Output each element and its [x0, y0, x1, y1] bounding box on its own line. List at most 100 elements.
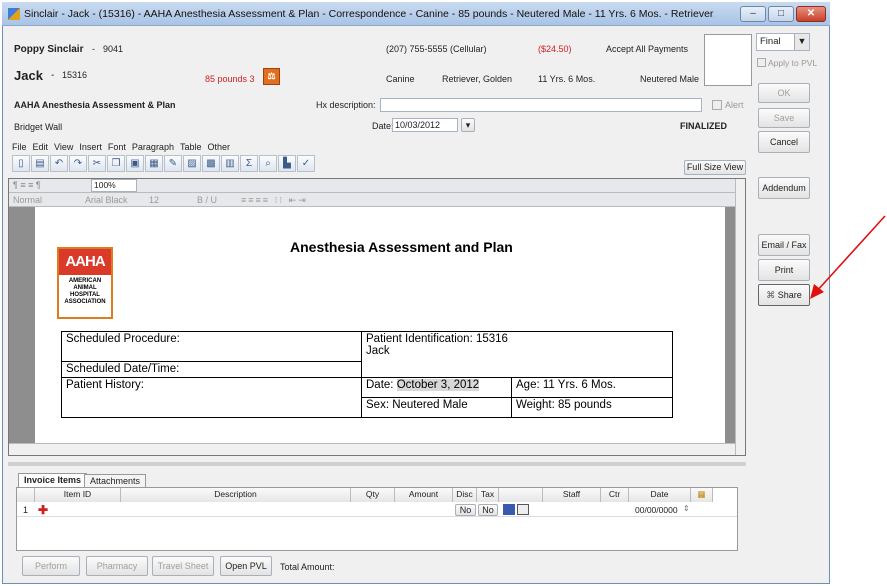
column-ctr[interactable]: Ctr [601, 488, 629, 502]
editor-vertical-scrollbar[interactable] [735, 179, 745, 455]
perform-button[interactable]: Perform [22, 556, 80, 576]
scheduled-datetime-cell[interactable]: Scheduled Date/Time: [61, 361, 362, 378]
column-amount[interactable]: Amount [395, 488, 453, 502]
apply-to-pvl-label: Apply to PVL [768, 58, 818, 68]
staff-lookup-icon[interactable] [503, 504, 515, 515]
font-select[interactable]: Arial Black [85, 195, 128, 205]
style-select[interactable]: Normal [13, 195, 42, 205]
paragraph-marks-icon[interactable]: ¶ ≡ ≡ ¶ [13, 180, 41, 190]
column-qty[interactable]: Qty [351, 488, 395, 502]
date-input[interactable]: 10/03/2012 [392, 118, 458, 132]
title-bar[interactable]: Sinclair - Jack - (15316) - AAHA Anesthe… [2, 2, 830, 26]
tax-toggle[interactable]: No [478, 504, 498, 516]
weight-chart-icon[interactable]: ⚖ [263, 68, 280, 85]
chart-bar-icon[interactable]: ▙ [278, 155, 296, 172]
date-field-value[interactable]: October 3, 2012 [396, 379, 480, 391]
column-date[interactable]: Date [629, 488, 691, 502]
attach-icon[interactable]: ✎ [164, 155, 182, 172]
column-description[interactable]: Description [121, 488, 351, 502]
client-sep: - [92, 44, 95, 54]
client-balance[interactable]: ($24.50) [538, 44, 572, 54]
disc-toggle[interactable]: No [455, 504, 476, 516]
minimize-button[interactable]: – [740, 6, 766, 22]
pharmacy-button[interactable]: Pharmacy [86, 556, 148, 576]
menu-file[interactable]: File [12, 142, 27, 152]
menu-view[interactable]: View [54, 142, 73, 152]
patient-history-cell[interactable]: Patient History: [61, 377, 362, 418]
menu-bar: File Edit View Insert Font Paragraph Tab… [12, 142, 230, 152]
save-button[interactable]: Save [758, 108, 810, 128]
table-row[interactable]: 1 ✚ No No 00/00/0000 ⇕ [17, 503, 737, 517]
ok-button[interactable]: OK [758, 83, 810, 103]
align-buttons[interactable]: ≡≡≡≡ ⁝⁝ ⇤⇥ [241, 195, 308, 206]
row-date[interactable]: 00/00/0000 [635, 505, 678, 515]
menu-edit[interactable]: Edit [33, 142, 49, 152]
travel-sheet-button[interactable]: Travel Sheet [152, 556, 214, 576]
size-select[interactable]: 12 [149, 195, 159, 205]
editor-toolbar: ▯ ▤ ↶ ↷ ✂ ❐ ▣ ▦ ✎ ▨ ▩ ▥ Σ ⌕ ▙ ✓ [12, 155, 316, 172]
chart-icon[interactable]: ▩ [202, 155, 220, 172]
chevron-down-icon[interactable]: ▼ [794, 34, 809, 50]
alert-checkbox[interactable] [712, 100, 722, 110]
full-size-view-button[interactable]: Full Size View [684, 160, 746, 175]
tab-attachments[interactable]: Attachments [84, 474, 147, 488]
add-item-icon[interactable]: ✚ [38, 503, 48, 517]
column-tax[interactable]: Tax [477, 488, 499, 502]
addendum-button[interactable]: Addendum [758, 177, 810, 199]
column-blank[interactable] [499, 488, 543, 502]
apply-to-pvl-checkbox[interactable] [757, 58, 766, 67]
maximize-button[interactable]: □ [768, 6, 794, 22]
menu-paragraph[interactable]: Paragraph [132, 142, 174, 152]
share-label: Share [777, 290, 802, 300]
date-prefix: Date: [366, 379, 394, 391]
menu-table[interactable]: Table [180, 142, 202, 152]
window-title: Sinclair - Jack - (15316) - AAHA Anesthe… [24, 8, 714, 20]
find-icon[interactable]: ⌕ [259, 155, 277, 172]
weight-cell[interactable]: Weight: 85 pounds [511, 397, 673, 418]
total-amount-label: Total Amount: [280, 562, 335, 572]
grid-options-icon[interactable]: ▦ [691, 488, 713, 502]
patient-history-label: Patient History: [66, 379, 144, 391]
column-disc[interactable]: Disc [453, 488, 477, 502]
cancel-button[interactable]: Cancel [758, 131, 810, 153]
column-staff[interactable]: Staff [543, 488, 601, 502]
format-buttons[interactable]: B / U [197, 195, 217, 205]
pane-splitter[interactable] [8, 462, 746, 466]
spell-icon[interactable]: ✓ [297, 155, 315, 172]
close-button[interactable]: ✕ [796, 6, 826, 22]
open-pvl-button[interactable]: Open PVL [220, 556, 272, 576]
copy-icon[interactable]: ❐ [107, 155, 125, 172]
date-dropdown-button[interactable]: ▾ [461, 118, 475, 132]
new-document-icon[interactable]: ▯ [12, 155, 30, 172]
cut-icon[interactable]: ✂ [88, 155, 106, 172]
undo-icon[interactable]: ↶ [50, 155, 68, 172]
aaha-logo: AAHA AMERICAN ANIMAL HOSPITAL ASSOCIATIO… [57, 247, 113, 319]
menu-font[interactable]: Font [108, 142, 126, 152]
table-icon[interactable]: ▦ [145, 155, 163, 172]
accept-payments-link[interactable]: Accept All Payments [606, 44, 688, 54]
document-name: AAHA Anesthesia Assessment & Plan [14, 100, 176, 110]
menu-other[interactable]: Other [207, 142, 230, 152]
hx-description-input[interactable] [380, 98, 702, 112]
grid-icon[interactable]: ▥ [221, 155, 239, 172]
menu-insert[interactable]: Insert [79, 142, 102, 152]
sex-cell[interactable]: Sex: Neutered Male [361, 397, 512, 418]
document-editor[interactable]: ¶ ≡ ≡ ¶ 100% Normal Arial Black 12 B / U… [8, 178, 746, 456]
scheduled-procedure-cell[interactable]: Scheduled Procedure: [61, 331, 362, 362]
document-status: FINALIZED [680, 121, 727, 131]
age-cell[interactable]: Age: 11 Yrs. 6 Mos. [511, 377, 673, 398]
paste-icon[interactable]: ▣ [126, 155, 144, 172]
date-cell[interactable]: Date: October 3, 2012 [361, 377, 512, 398]
patient-identification-cell[interactable]: Patient Identification: 15316 Jack [361, 331, 673, 378]
zoom-select[interactable]: 100% [91, 179, 137, 192]
image-icon[interactable]: ▨ [183, 155, 201, 172]
field-icon[interactable]: Σ [240, 155, 258, 172]
redo-icon[interactable]: ↷ [69, 155, 87, 172]
date-spinner-icon[interactable]: ⇕ [683, 504, 690, 513]
column-item-id[interactable]: Item ID [35, 488, 121, 502]
tab-invoice-items[interactable]: Invoice Items [18, 473, 88, 487]
open-icon[interactable]: ▤ [31, 155, 49, 172]
editor-horizontal-scrollbar[interactable] [9, 443, 735, 455]
document-page[interactable]: AAHA AMERICAN ANIMAL HOSPITAL ASSOCIATIO… [35, 207, 725, 455]
notes-icon[interactable] [517, 504, 529, 515]
